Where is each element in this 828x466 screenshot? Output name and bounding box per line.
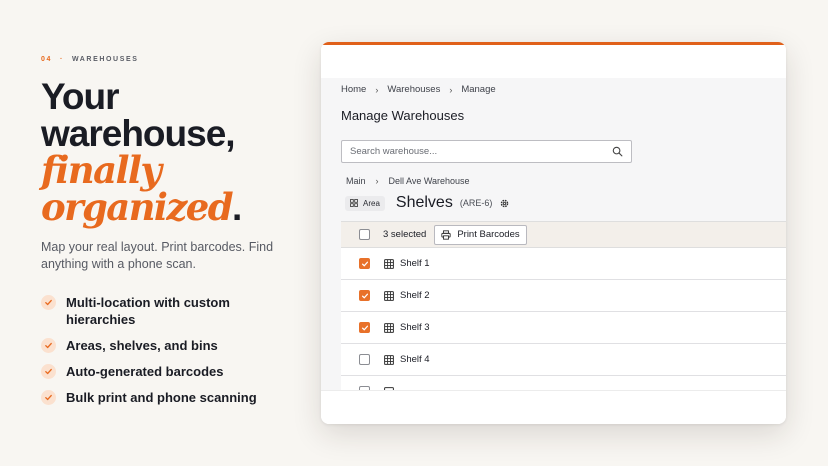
- table-row[interactable]: Shelf 4: [341, 344, 786, 376]
- breadcrumb: Home › Warehouses › Manage: [341, 84, 496, 95]
- row-name: Shelf 4: [400, 354, 430, 365]
- row-name: Shelf 3: [400, 322, 430, 333]
- eyebrow-separator: ·: [60, 56, 64, 63]
- area-code: (ARE-6): [459, 198, 493, 208]
- headline-accent-2: organized: [41, 185, 234, 229]
- page-title: Manage Warehouses: [341, 108, 465, 123]
- area-badge: Area: [345, 195, 385, 211]
- feature-item: Areas, shelves, and bins: [41, 337, 291, 354]
- chevron-right-icon: ›: [449, 84, 453, 95]
- eyebrow: 04 · WAREHOUSES: [41, 56, 139, 63]
- breadcrumb-warehouses[interactable]: Warehouses: [387, 84, 440, 95]
- headline: Your warehouse, finally organized.: [41, 76, 242, 229]
- app-window: Home › Warehouses › Manage Manage Wareho…: [321, 42, 786, 424]
- headline-line-2: warehouse,: [41, 113, 236, 154]
- printer-icon: [441, 229, 451, 240]
- feature-item: Multi-location with custom hierarchies: [41, 294, 291, 328]
- location-crumb-warehouse[interactable]: Dell Ave Warehouse: [389, 176, 470, 186]
- table-grid-icon: [384, 354, 394, 365]
- table-row[interactable]: Shelf 1: [341, 248, 786, 280]
- feature-text: Areas, shelves, and bins: [66, 338, 218, 353]
- eyebrow-number: 04: [41, 56, 52, 63]
- area-badge-label: Area: [363, 198, 380, 208]
- gear-icon[interactable]: [499, 198, 510, 209]
- shelves-heading: Area Shelves (ARE-6): [345, 194, 510, 212]
- table-row-partial[interactable]: [341, 376, 786, 390]
- window-footer: [321, 390, 786, 424]
- breadcrumb-home[interactable]: Home: [341, 84, 366, 95]
- lead-paragraph: Map your real layout. Print barcodes. Fi…: [41, 240, 274, 271]
- eyebrow-label: WAREHOUSES: [71, 56, 139, 63]
- headline-accent-1: finally: [41, 148, 162, 192]
- row-checkbox[interactable]: [359, 322, 370, 333]
- checkmark-icon: [361, 261, 368, 266]
- chevron-right-icon: ›: [375, 176, 379, 186]
- check-icon: [41, 338, 56, 353]
- table-row[interactable]: Shelf 2: [341, 280, 786, 312]
- row-checkbox[interactable]: [359, 290, 370, 301]
- feature-item: Bulk print and phone scanning: [41, 389, 291, 406]
- location-breadcrumb: Main › Dell Ave Warehouse: [346, 176, 470, 186]
- table-grid-icon: [384, 258, 394, 269]
- print-barcodes-label: Print Barcodes: [457, 229, 520, 240]
- headline-period: .: [232, 187, 242, 228]
- checkmark-icon: [361, 293, 368, 298]
- feature-text: Multi-location with custom hierarchies: [66, 295, 230, 327]
- section-title: Shelves: [395, 194, 453, 211]
- grid-icon: [350, 199, 358, 207]
- select-all-checkbox[interactable]: [359, 229, 370, 240]
- print-barcodes-button[interactable]: Print Barcodes: [434, 224, 527, 245]
- table-toolbar: 3 selected Print Barcodes: [341, 222, 786, 248]
- window-header: [321, 45, 786, 78]
- checkmark-icon: [361, 325, 368, 330]
- row-checkbox[interactable]: [359, 258, 370, 269]
- search-box: [341, 140, 632, 163]
- table-grid-icon: [384, 290, 394, 301]
- table-grid-icon: [384, 322, 394, 333]
- row-name: Shelf 1: [400, 258, 430, 269]
- table-row[interactable]: Shelf 3: [341, 312, 786, 344]
- row-checkbox[interactable]: [359, 354, 370, 365]
- shelves-table: 3 selected Print Barcodes Shelf 1 Shelf …: [341, 221, 786, 390]
- search-icon[interactable]: [612, 146, 623, 157]
- feature-item: Auto-generated barcodes: [41, 363, 291, 380]
- chevron-right-icon: ›: [375, 84, 379, 95]
- feature-text: Bulk print and phone scanning: [66, 390, 257, 405]
- headline-line-1: Your: [41, 76, 120, 117]
- selected-count: 3 selected: [383, 229, 427, 240]
- location-crumb-main[interactable]: Main: [346, 176, 366, 186]
- row-name: Shelf 2: [400, 290, 430, 301]
- breadcrumb-manage: Manage: [461, 84, 496, 95]
- app-content: Home › Warehouses › Manage Manage Wareho…: [321, 78, 786, 390]
- feature-text: Auto-generated barcodes: [66, 364, 224, 379]
- feature-list: Multi-location with custom hierarchies A…: [41, 294, 291, 415]
- check-icon: [41, 390, 56, 405]
- check-icon: [41, 364, 56, 379]
- check-icon: [41, 295, 56, 310]
- search-input[interactable]: [350, 146, 612, 157]
